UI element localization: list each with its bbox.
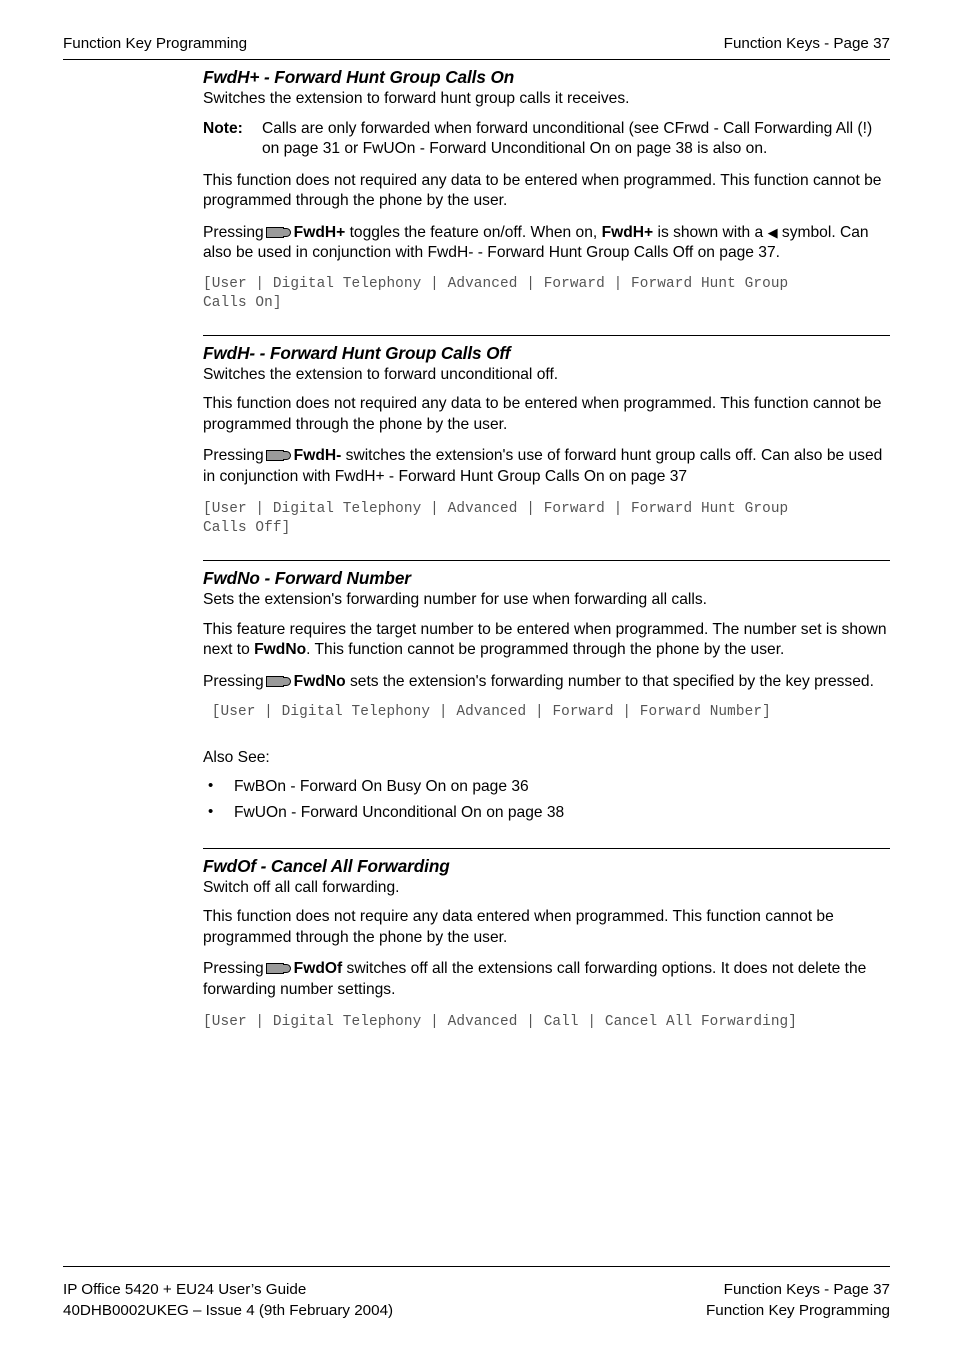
- section-title: FwdNo - Forward Number: [203, 568, 411, 588]
- section-divider: [203, 847, 890, 849]
- paragraph-text-post: . This function cannot be programmed thr…: [306, 641, 785, 658]
- pressing-prefix: Pressing: [203, 672, 264, 690]
- section-paragraph: This function does not require any data …: [203, 908, 834, 946]
- section-fwdh-minus: FwdH- - Forward Hunt Group Calls Off Swi…: [203, 334, 890, 539]
- pressing-tail: sets the extension's forwarding number t…: [349, 672, 874, 690]
- note-block: Note: Calls are only forwarded when forw…: [203, 119, 890, 160]
- menu-path-code: [User | Digital Telephony | Advanced | F…: [203, 704, 771, 720]
- phone-feature-key-icon: [265, 963, 291, 974]
- pressing-paragraph: Pressing FwdH- switches the extension's u…: [203, 446, 890, 487]
- document-page: Function Key Programming Function Keys -…: [0, 0, 954, 1351]
- footer-document-id: 40DHB0002UKEG – Issue 4 (9th February 20…: [63, 1302, 394, 1319]
- section-title: FwdOf - Cancel All Forwarding: [203, 855, 450, 876]
- section-paragraph: This function does not required any data…: [203, 395, 882, 433]
- feature-key-label: FwdH+: [293, 223, 346, 241]
- footer-page-label: Function Keys - Page 37: [723, 1281, 890, 1298]
- pressing-prefix: Pressing: [203, 223, 264, 241]
- phone-feature-key-icon: [265, 675, 291, 687]
- footer-guide-title: IP Office 5420 + EU24 User’s Guide: [63, 1281, 307, 1298]
- footer-left: IP Office 5420 + EU24 User’s Guide 40DHB…: [63, 1279, 393, 1321]
- page-header: Function Key Programming Function Keys -…: [63, 34, 890, 53]
- phone-feature-key-icon: [265, 450, 291, 461]
- section-divider: [203, 560, 890, 561]
- feature-name-bold: FwdNo: [254, 641, 307, 658]
- header-right-title: Function Keys - Page 37: [723, 35, 890, 52]
- section-title: FwdH- - Forward Hunt Group Calls Off: [203, 342, 511, 363]
- footer-chapter-label: Function Key Programming: [705, 1302, 890, 1319]
- menu-path-code: [User | Digital Telephony | Advanced | F…: [203, 501, 789, 536]
- pressing-paragraph: Pressing FwdH+ toggles the feature on/off…: [203, 223, 890, 264]
- also-see-title: Also See:: [203, 749, 270, 766]
- pressing-prefix: Pressing: [203, 960, 264, 977]
- section-fwdh-plus: FwdH+ - Forward Hunt Group Calls On Swit…: [203, 66, 890, 313]
- section-divider: [203, 334, 890, 336]
- menu-path-code: [User | Digital Telephony | Advanced | C…: [203, 1014, 798, 1030]
- feature-key-label: FwdH-: [293, 447, 342, 464]
- section-fwdof: FwdOf - Cancel All Forwarding Switch off…: [203, 847, 890, 1033]
- triangle-left-icon: ◀: [767, 224, 778, 240]
- note-label: Note:: [203, 119, 243, 137]
- list-item: FwUOn - Forward Unconditional On on page…: [203, 802, 890, 824]
- menu-path-code: [User | Digital Telephony | Advanced | F…: [203, 275, 789, 311]
- footer-divider: [63, 1266, 890, 1267]
- list-item: FwBOn - Forward On Busy On on page 36: [203, 776, 890, 798]
- header-left-title: Function Key Programming: [63, 35, 248, 52]
- feature-key-label-2: FwdH+: [601, 223, 654, 241]
- pressing-paragraph: Pressing FwdNo sets the extension's forwa…: [203, 672, 890, 693]
- footer-right: Function Keys - Page 37 Function Key Pro…: [706, 1279, 890, 1321]
- section-intro: Switch off all call forwarding.: [203, 878, 400, 896]
- phone-feature-key-icon: [265, 226, 291, 238]
- also-see-list: FwBOn - Forward On Busy On on page 36 Fw…: [203, 776, 890, 824]
- pressing-prefix: Pressing: [203, 447, 264, 464]
- section-paragraph: This feature requires the target number …: [203, 620, 890, 661]
- pressing-paragraph: Pressing FwdOf switches off all the exten…: [203, 959, 890, 1000]
- header-divider: [63, 59, 890, 60]
- feature-key-label: FwdNo: [293, 672, 346, 690]
- document-body: FwdH+ - Forward Hunt Group Calls On Swit…: [203, 66, 890, 1032]
- section-fwdno: FwdNo - Forward Number Sets the extensio…: [203, 560, 890, 824]
- section-paragraph: This function does not required any data…: [203, 171, 882, 210]
- section-intro: Sets the extension's forwarding number f…: [203, 591, 707, 608]
- pressing-mid-2: is shown with a: [657, 223, 764, 241]
- page-footer: IP Office 5420 + EU24 User’s Guide 40DHB…: [63, 1279, 890, 1321]
- feature-key-label: FwdOf: [293, 960, 343, 977]
- section-intro: Switches the extension to forward uncond…: [203, 365, 559, 383]
- note-body: Calls are only forwarded when forward un…: [262, 119, 873, 158]
- section-title: FwdH+ - Forward Hunt Group Calls On: [203, 67, 515, 87]
- section-intro: Switches the extension to forward hunt g…: [203, 90, 630, 107]
- pressing-mid-1: toggles the feature on/off. When on,: [349, 223, 598, 241]
